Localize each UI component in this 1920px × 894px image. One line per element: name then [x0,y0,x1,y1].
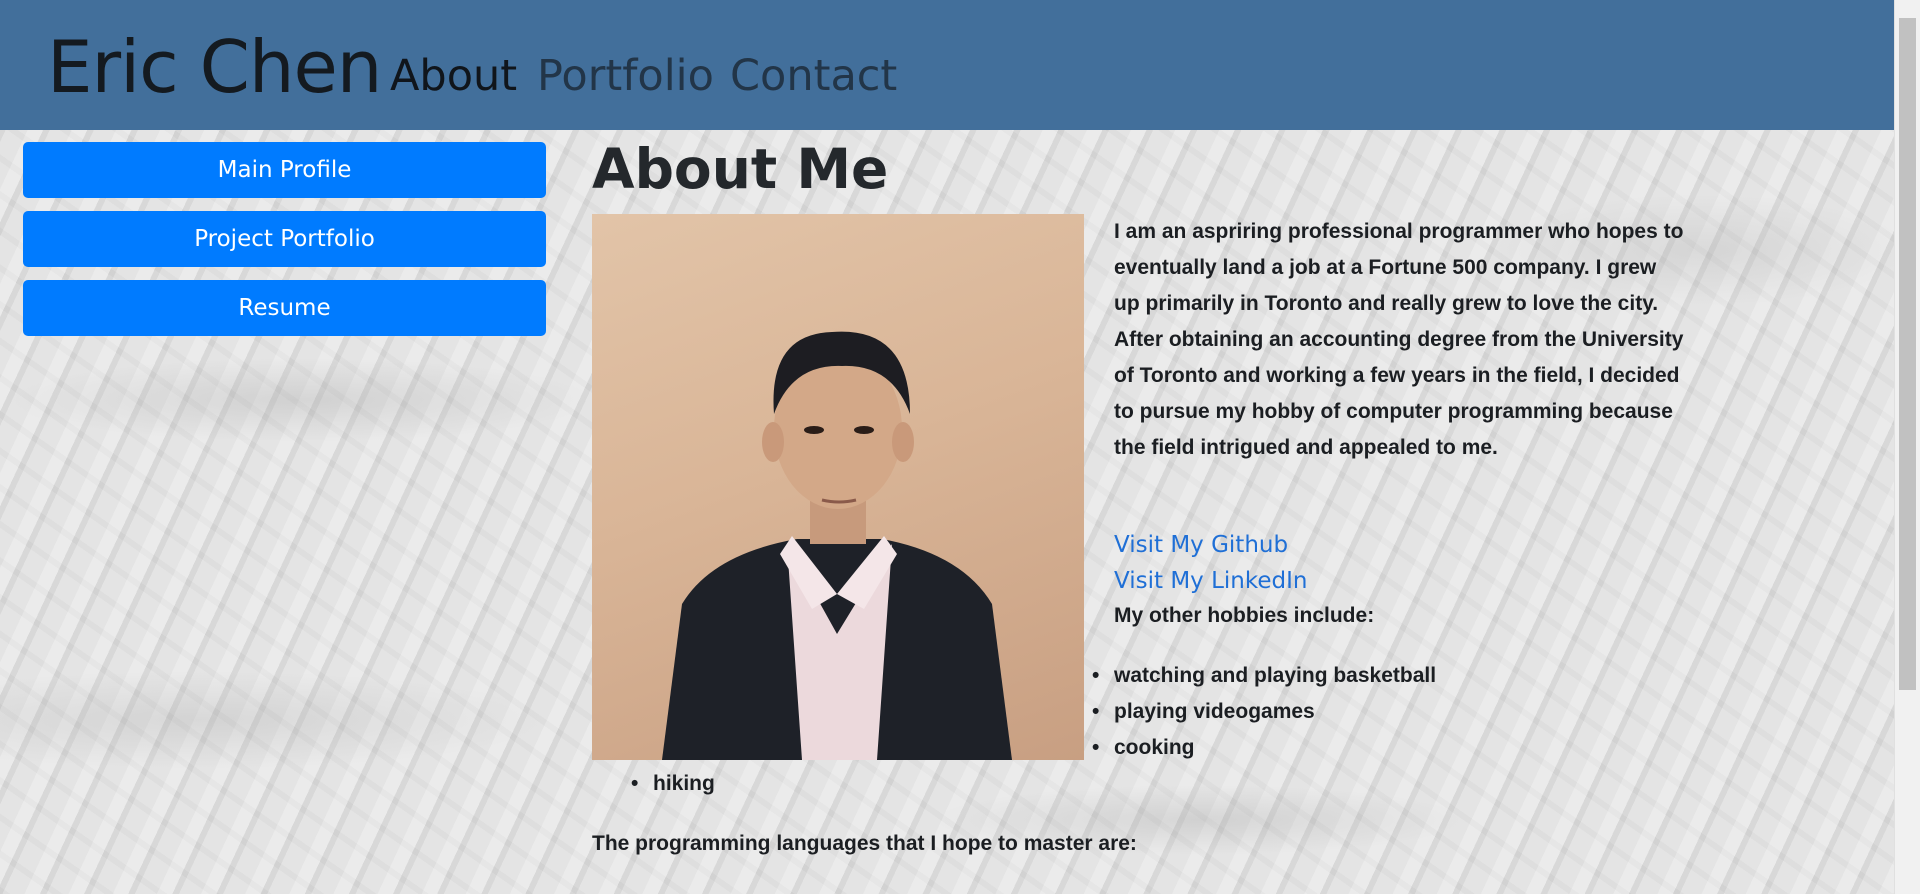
nav-link-portfolio[interactable]: Portfolio [537,48,714,104]
hobbies-heading: My other hobbies include: [1114,604,1375,627]
linkedin-link[interactable]: Visit My LinkedIn [1114,563,1307,599]
list-item: watching and playing basketball [1092,658,1436,694]
page-title: About Me [592,137,889,201]
nav-link-contact[interactable]: Contact [730,48,897,104]
hobbies-list: watching and playing basketball playing … [1092,658,1436,766]
list-item: playing videogames [1092,694,1436,730]
navbar: Eric Chen About Portfolio Contact [0,0,1895,130]
brand-name[interactable]: Eric Chen [47,22,382,112]
portrait-illustration [662,331,1012,760]
main-profile-button[interactable]: Main Profile [23,142,546,198]
nav-link-about[interactable]: About [390,48,517,104]
languages-heading: The programming languages that I hope to… [592,832,1137,855]
profile-photo [592,214,1084,760]
list-item: hiking [631,766,715,802]
resume-button[interactable]: Resume [23,280,546,336]
list-item: cooking [1092,730,1436,766]
scrollbar-thumb[interactable] [1899,18,1916,690]
project-portfolio-button[interactable]: Project Portfolio [23,211,546,267]
github-link[interactable]: Visit My Github [1114,527,1288,563]
page-scrollbar[interactable] [1894,0,1920,894]
bio-paragraph: I am an aspriring professional programme… [1114,220,1684,459]
